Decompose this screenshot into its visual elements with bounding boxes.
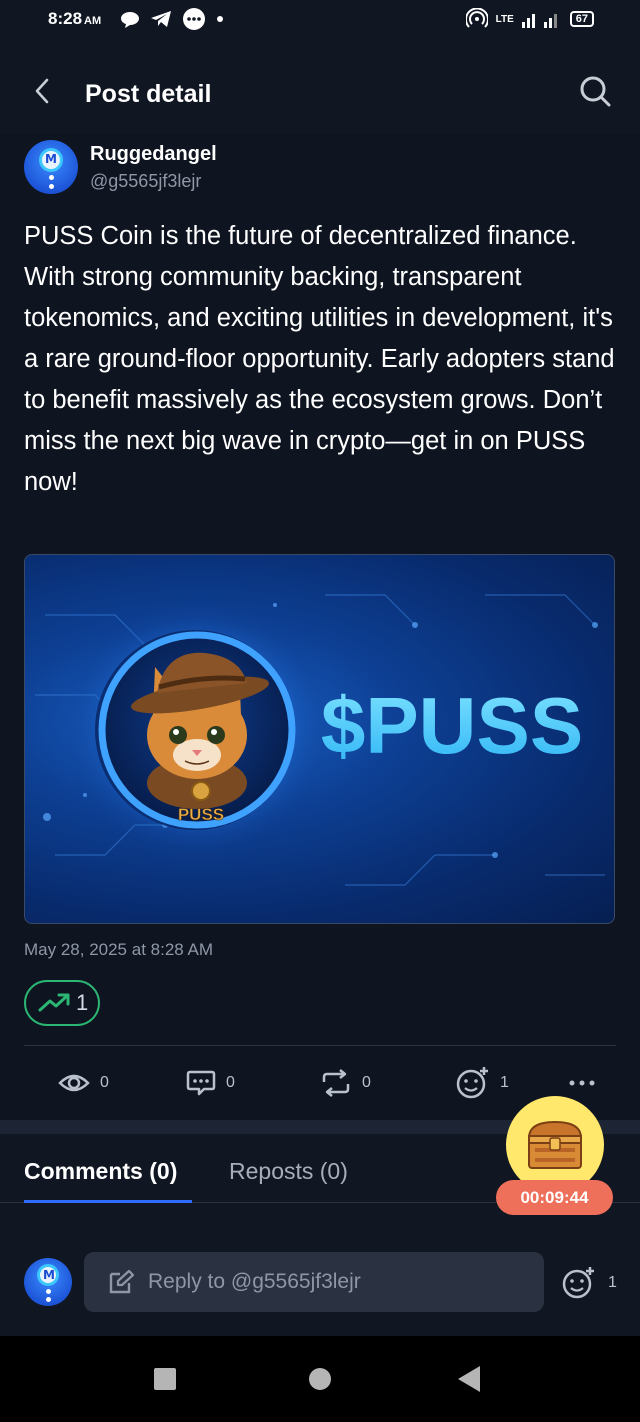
system-icons: LTE 67: [465, 8, 594, 30]
treasure-chest-icon: [527, 1120, 583, 1169]
repost-count: 0: [362, 1074, 371, 1091]
puss-banner-graphic: PUSS $PUSS: [35, 594, 605, 886]
react-action[interactable]: 1: [456, 1064, 509, 1102]
search-icon: [580, 76, 611, 107]
notification-icons: [120, 7, 224, 31]
chat-bubble-icon: [121, 12, 139, 28]
network-type: LTE: [495, 13, 514, 25]
messenger-icon: [183, 8, 205, 30]
reply-reactions-count: 1: [608, 1274, 617, 1291]
back-button[interactable]: [30, 76, 54, 106]
status-time: 8:28 AM: [48, 9, 101, 29]
post-detail: Ruggedangel @g5565jf3lejr PUSS Coin is t…: [0, 134, 640, 1120]
coin-label: PUSS: [178, 805, 224, 824]
hotspot-icon: [465, 8, 488, 28]
reactions-count: 1: [500, 1074, 509, 1091]
author-name[interactable]: Ruggedangel: [90, 143, 217, 166]
author-handle[interactable]: @g5565jf3lejr: [90, 171, 201, 192]
views-action[interactable]: 0: [58, 1064, 109, 1102]
notification-dot-icon: [217, 16, 223, 22]
home-button[interactable]: [309, 1368, 331, 1390]
add-reaction-icon: [562, 1267, 594, 1299]
tab-reposts[interactable]: Reposts (0): [229, 1158, 348, 1185]
battery-icon: 67: [569, 11, 594, 27]
comment-icon: [186, 1070, 216, 1096]
telegram-icon: [151, 11, 171, 27]
add-reaction-icon: [456, 1067, 488, 1099]
status-bar: 8:28 AM LTE 67: [0, 0, 640, 40]
reply-input[interactable]: Reply to @g5565jf3lejr: [84, 1252, 544, 1312]
page-title: Post detail: [85, 80, 212, 108]
edit-icon: [109, 1269, 134, 1294]
trend-button[interactable]: 1: [24, 980, 100, 1026]
reply-bar: Reply to @g5565jf3lejr 1: [0, 1228, 640, 1336]
status-ampm: AM: [84, 15, 102, 27]
post-timestamp: May 28, 2025 at 8:28 AM: [24, 940, 214, 959]
post-image[interactable]: PUSS $PUSS: [24, 554, 615, 924]
post-text: PUSS Coin is the future of decentralized…: [24, 222, 615, 496]
comments-action[interactable]: 0: [186, 1064, 235, 1102]
trend-count: 1: [76, 990, 89, 1015]
system-back-button[interactable]: [458, 1366, 480, 1392]
current-user-avatar[interactable]: [24, 1258, 72, 1306]
views-count: 0: [100, 1074, 109, 1091]
system-nav-bar: [0, 1336, 640, 1422]
ticker-text: $PUSS: [321, 681, 583, 770]
repost-icon: [322, 1069, 350, 1097]
chevron-left-icon: [35, 78, 49, 104]
status-time-value: 8:28: [48, 9, 83, 28]
reward-timer: 00:09:44: [496, 1180, 613, 1215]
reply-react-button[interactable]: 1: [562, 1266, 617, 1300]
recents-button[interactable]: [154, 1368, 176, 1390]
divider: [24, 1045, 616, 1046]
comments-count: 0: [226, 1074, 235, 1091]
active-tab-indicator: [24, 1200, 192, 1203]
signal-icon: [521, 14, 557, 28]
eye-icon: [58, 1074, 90, 1092]
repost-action[interactable]: 0: [320, 1064, 371, 1102]
tab-comments[interactable]: Comments (0): [24, 1158, 177, 1185]
search-button[interactable]: [578, 74, 612, 108]
more-options-button[interactable]: [568, 1064, 596, 1102]
app-header: Post detail: [0, 40, 640, 134]
author-avatar[interactable]: [24, 140, 78, 194]
more-horizontal-icon: [569, 1080, 595, 1086]
reply-placeholder: Reply to @g5565jf3lejr: [148, 1270, 361, 1293]
trending-up-icon: [38, 993, 70, 1012]
